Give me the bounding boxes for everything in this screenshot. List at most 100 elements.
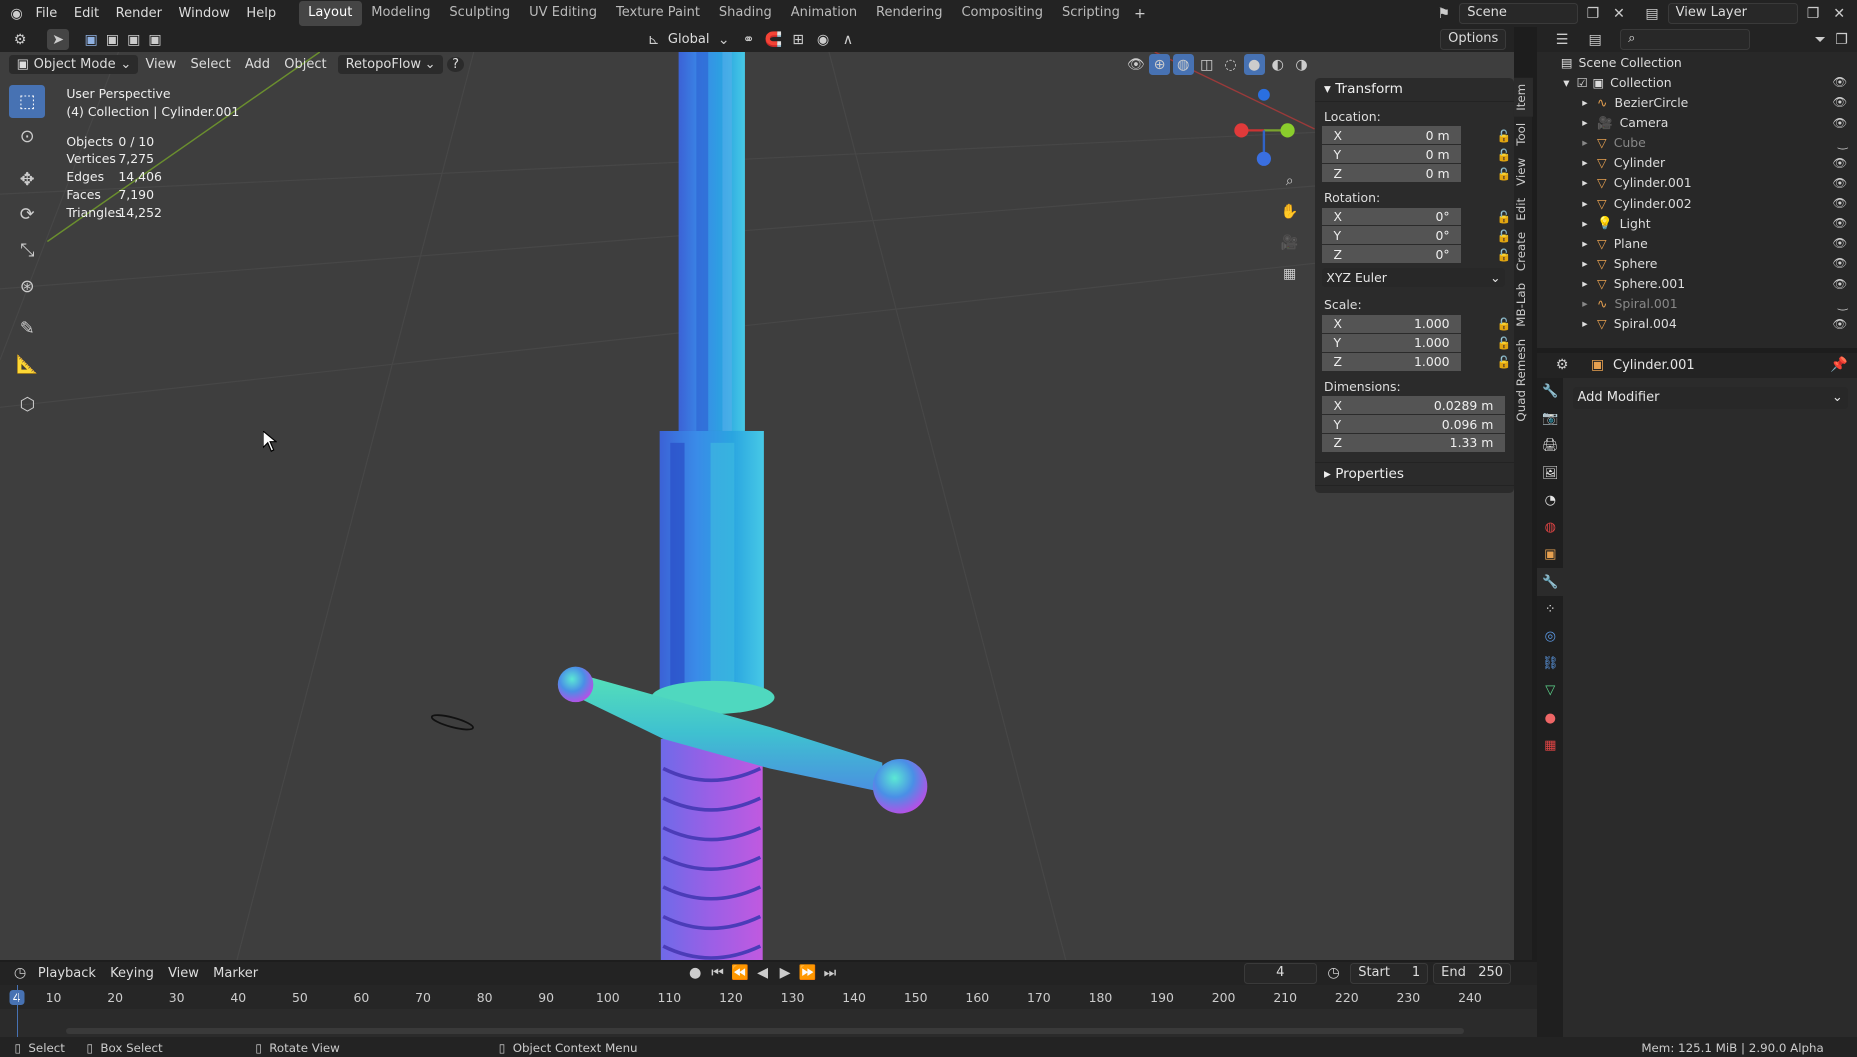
lock-icon[interactable]: 🔓 bbox=[1497, 355, 1512, 369]
timeline-scrollbar[interactable] bbox=[66, 1027, 1464, 1034]
menu-select[interactable]: Select bbox=[183, 55, 237, 75]
navigation-gizmo[interactable] bbox=[1226, 83, 1309, 178]
eye-icon[interactable]: 👁 bbox=[1832, 256, 1847, 270]
new-scene-icon[interactable]: ❐ bbox=[1582, 3, 1603, 24]
current-frame-field[interactable]: 4 bbox=[1243, 962, 1317, 985]
lock-icon[interactable]: 🔓 bbox=[1497, 248, 1512, 262]
menu-file[interactable]: File bbox=[27, 0, 65, 27]
close-view-layer-icon[interactable]: ✕ bbox=[1829, 3, 1850, 24]
jump-end-icon[interactable]: ⏭ bbox=[819, 963, 840, 984]
mesh-data-icon[interactable]: ▽ bbox=[1537, 677, 1563, 704]
camera-view-icon[interactable]: 🎥 bbox=[1279, 232, 1300, 253]
expand-icon[interactable]: ▸ bbox=[1582, 297, 1587, 310]
menu-object[interactable]: Object bbox=[277, 55, 334, 75]
select-invert-icon[interactable]: ▣ bbox=[144, 29, 165, 50]
eye-icon[interactable]: 👁 bbox=[1832, 277, 1847, 291]
add-cube-tool-icon[interactable]: ⬡ bbox=[9, 388, 45, 421]
rotation-y-field[interactable]: Y 0° bbox=[1321, 226, 1462, 246]
ortho-grid-icon[interactable]: ▦ bbox=[1279, 263, 1300, 284]
scene-icon[interactable]: ⚑ bbox=[1433, 3, 1454, 24]
jump-keyframe-back-icon[interactable]: ⏪ bbox=[729, 963, 750, 984]
tab-uv-editing[interactable]: UV Editing bbox=[520, 1, 607, 26]
lock-icon[interactable]: 🔓 bbox=[1497, 229, 1512, 243]
select-extend-icon[interactable]: ▣ bbox=[102, 29, 123, 50]
dimension-y-field[interactable]: Y 0.096 m bbox=[1321, 415, 1506, 434]
eye-icon[interactable]: 👁 bbox=[1832, 116, 1847, 130]
zoom-icon[interactable]: ⌕ bbox=[1279, 171, 1300, 192]
scale-y-field[interactable]: Y 1.000 bbox=[1321, 333, 1462, 353]
playhead[interactable] bbox=[16, 985, 18, 1038]
material-properties-icon[interactable]: ● bbox=[1537, 705, 1563, 732]
properties-panel-header[interactable]: ▸ Properties bbox=[1314, 462, 1514, 487]
overlay-toggle-icon[interactable]: ◍ bbox=[1172, 53, 1194, 76]
menu-window[interactable]: Window bbox=[170, 0, 238, 27]
filter-icon[interactable]: ⏷ bbox=[1810, 29, 1831, 50]
expand-icon[interactable]: ▸ bbox=[1582, 116, 1587, 129]
scene-collection-row[interactable]: ▤ Scene Collection bbox=[1537, 52, 1857, 72]
visibility-icon[interactable]: 👁 bbox=[1125, 54, 1146, 75]
move-tool-icon[interactable]: ✥ bbox=[9, 163, 45, 196]
expand-icon[interactable]: ▸ bbox=[1582, 156, 1587, 169]
expand-icon[interactable]: ▸ bbox=[1582, 217, 1587, 230]
outliner-item[interactable]: ▸ ∿ Spiral.001 ‿ bbox=[1537, 294, 1857, 314]
pan-hand-icon[interactable]: ✋ bbox=[1279, 201, 1300, 222]
outliner-item[interactable]: ▸ ▽ Cylinder.002 👁 bbox=[1537, 193, 1857, 213]
scale-tool-icon[interactable]: ⤡ bbox=[9, 234, 45, 267]
close-icon[interactable]: ✕ bbox=[1608, 3, 1629, 24]
menu-playback[interactable]: Playback bbox=[31, 964, 103, 984]
location-z-field[interactable]: Z0 m bbox=[1321, 164, 1462, 184]
jump-keyframe-forward-icon[interactable]: ⏩ bbox=[797, 963, 818, 984]
eye-icon[interactable]: 👁 bbox=[1832, 236, 1847, 250]
eye-icon[interactable]: 👁 bbox=[1832, 176, 1847, 190]
outliner-item[interactable]: ▸ ▽ Spiral.004 👁 bbox=[1537, 314, 1857, 334]
tab-scripting[interactable]: Scripting bbox=[1053, 1, 1130, 26]
outliner-item[interactable]: ▸ ▽ Plane 👁 bbox=[1537, 233, 1857, 253]
play-reverse-icon[interactable]: ◀ bbox=[752, 963, 773, 984]
outliner-search-input[interactable]: ⌕ bbox=[1620, 29, 1751, 51]
transform-orientation-icon[interactable]: ⊾ bbox=[643, 29, 664, 50]
expand-icon[interactable]: ▸ bbox=[1582, 136, 1587, 149]
eye-icon[interactable]: 👁 bbox=[1832, 75, 1847, 89]
eye-icon[interactable]: ‿ bbox=[1838, 136, 1848, 150]
retopoflow-menu[interactable]: RetopoFlow ⌄ bbox=[338, 54, 443, 75]
editor-type-icon[interactable]: ⚙ bbox=[9, 29, 30, 50]
lock-icon[interactable]: 🔓 bbox=[1497, 148, 1512, 162]
tab-shading[interactable]: Shading bbox=[709, 1, 781, 26]
texture-properties-icon[interactable]: ▦ bbox=[1537, 732, 1563, 759]
particle-properties-icon[interactable]: ⁘ bbox=[1537, 596, 1563, 623]
options-button[interactable]: Options bbox=[1440, 29, 1507, 51]
scale-x-field[interactable]: X 1.000 bbox=[1321, 314, 1462, 334]
scene-field[interactable]: Scene bbox=[1459, 2, 1578, 25]
eye-icon[interactable]: 👁 bbox=[1832, 317, 1847, 331]
snap-icon[interactable]: 🧲 bbox=[763, 29, 784, 50]
expand-icon[interactable]: ▸ bbox=[1582, 277, 1587, 290]
lock-icon[interactable]: 🔓 bbox=[1497, 317, 1512, 331]
material-shading-icon[interactable]: ◐ bbox=[1267, 54, 1288, 75]
scene-properties-icon[interactable]: ◔ bbox=[1537, 487, 1563, 514]
new-view-layer-icon[interactable]: ❐ bbox=[1803, 3, 1824, 24]
render-properties-icon[interactable]: 📷 bbox=[1537, 405, 1563, 432]
orientation-dropdown[interactable]: Global bbox=[668, 32, 710, 47]
add-workspace-icon[interactable]: + bbox=[1129, 3, 1150, 24]
tab-compositing[interactable]: Compositing bbox=[952, 1, 1053, 26]
expand-icon[interactable]: ▸ bbox=[1582, 96, 1587, 109]
proportional-edit-icon[interactable]: ◉ bbox=[812, 29, 833, 50]
modifier-properties-icon[interactable]: 🔧 bbox=[1537, 568, 1564, 596]
scale-z-field[interactable]: Z 1.000 bbox=[1321, 352, 1462, 372]
object-properties-icon[interactable]: ▣ bbox=[1537, 541, 1563, 568]
menu-timeline-view[interactable]: View bbox=[161, 964, 206, 984]
start-frame-field[interactable]: Start 1 bbox=[1350, 962, 1429, 985]
falloff-icon[interactable]: ∧ bbox=[837, 29, 858, 50]
help-button[interactable]: ? bbox=[447, 57, 464, 73]
dimension-z-field[interactable]: Z 1.33 m bbox=[1321, 433, 1506, 453]
tab-view[interactable]: View bbox=[1514, 152, 1533, 192]
eye-icon[interactable]: 👁 bbox=[1832, 216, 1847, 230]
tab-rendering[interactable]: Rendering bbox=[867, 1, 952, 26]
tab-layout[interactable]: Layout bbox=[298, 1, 362, 27]
timeline-ruler[interactable]: 4102030405060708090100110120130140150160… bbox=[0, 985, 1538, 1009]
menu-view[interactable]: View bbox=[138, 55, 183, 75]
expand-icon[interactable]: ▸ bbox=[1582, 197, 1587, 210]
timeline-body[interactable]: 4102030405060708090100110120130140150160… bbox=[0, 985, 1538, 1038]
rotation-x-field[interactable]: X 0° bbox=[1321, 207, 1462, 227]
new-collection-icon[interactable]: ❐ bbox=[1831, 29, 1852, 50]
